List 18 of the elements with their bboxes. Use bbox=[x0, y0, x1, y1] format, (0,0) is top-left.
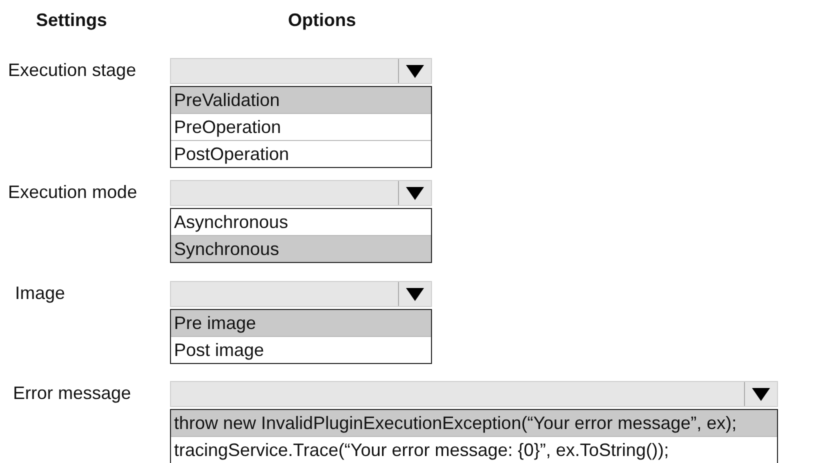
dropdown[interactable] bbox=[170, 180, 432, 206]
dropdown-arrow-icon bbox=[406, 186, 424, 200]
setting-label: Execution mode bbox=[7, 182, 138, 203]
dropdown-arrow-icon bbox=[752, 388, 770, 400]
dropdown-arrow-icon bbox=[406, 288, 424, 300]
dropdown[interactable] bbox=[170, 381, 778, 407]
dropdown-option[interactable]: throw new InvalidPluginExecutionException(“Your error message”, ex); bbox=[171, 410, 777, 437]
options-heading: Options bbox=[288, 9, 357, 32]
dropdown[interactable] bbox=[170, 58, 432, 84]
setting-label: Image bbox=[14, 283, 66, 304]
setting-label: Execution stage bbox=[7, 60, 138, 81]
dropdown[interactable] bbox=[170, 281, 432, 307]
dropdown-option[interactable]: Synchronous bbox=[171, 236, 431, 262]
dropdown-option[interactable]: Pre image bbox=[171, 310, 431, 337]
dropdown-arrow-icon bbox=[406, 64, 424, 78]
settings-heading: Settings bbox=[36, 9, 108, 32]
dropdown-option[interactable]: PreValidation bbox=[171, 87, 431, 114]
setting-label: Error message bbox=[12, 383, 132, 404]
